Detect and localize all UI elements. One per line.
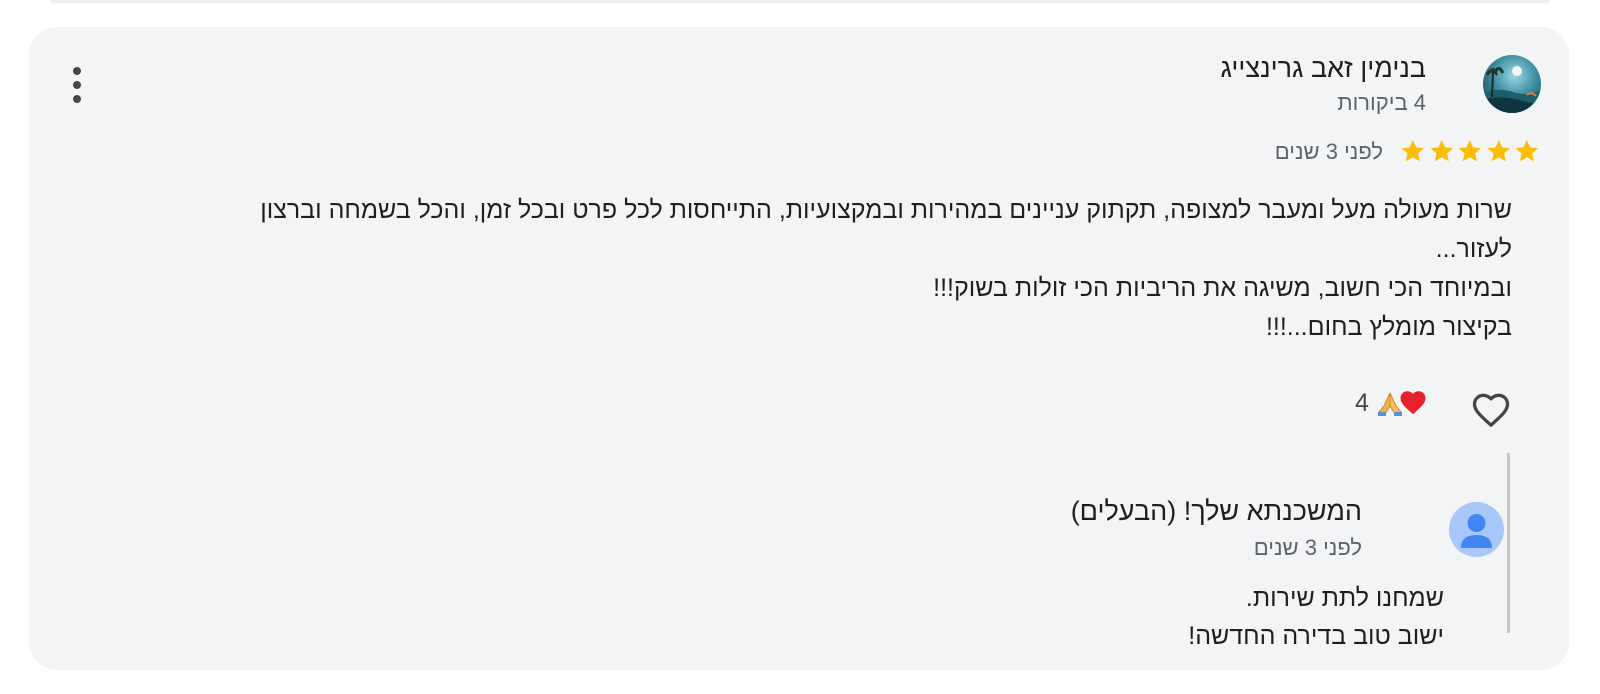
top-divider: [50, 0, 1550, 3]
review-text-line: ובמיוחד הכי חשוב, משיגה את הריביות הכי ז…: [933, 274, 1512, 302]
star-icon: [1515, 140, 1539, 162]
owner-avatar: [1449, 502, 1504, 557]
more-options-button[interactable]: [65, 65, 89, 105]
more-vert-dot: [73, 95, 81, 103]
review-card: בנימין זאב גרינצייג 4 ביקורות לפני 3 שני…: [29, 27, 1569, 670]
person-icon: [1461, 514, 1492, 548]
review-text-line: לעזור...: [1435, 235, 1512, 263]
star-icon: [1401, 140, 1425, 162]
reviewer-name[interactable]: בנימין זאב גרינצייג: [1220, 53, 1426, 84]
heart-outline-icon: [1472, 393, 1510, 427]
owner-response-date: לפני 3 שנים: [1253, 535, 1362, 560]
star-rating: [1399, 137, 1541, 165]
owner-response-divider: [1507, 453, 1510, 633]
reviewer-avatar[interactable]: [1483, 55, 1541, 113]
reviewer-review-count[interactable]: 4 ביקורות: [1337, 90, 1426, 116]
owner-response-text: שמחנו לתת שירות. ישוב טוב בדירה החדשה!: [1188, 579, 1444, 655]
review-date: לפני 3 שנים: [1274, 139, 1383, 164]
review-text-line: שרות מעולה מעל ומעבר למצופה, תקתוק עניינ…: [260, 196, 1512, 224]
star-icon: [1458, 140, 1482, 162]
owner-response-line: שמחנו לתת שירות.: [1245, 584, 1444, 612]
star-icon: [1430, 140, 1453, 162]
review-text: שרות מעולה מעל ומעבר למצופה, תקתוק עניינ…: [62, 191, 1512, 347]
like-button[interactable]: [1465, 384, 1517, 436]
more-vert-icon: [73, 67, 81, 75]
reaction-icons: [1375, 388, 1429, 418]
review-text-line: בקיצור מומלץ בחום...!!!: [1265, 313, 1512, 341]
reactions-summary[interactable]: 4: [1355, 385, 1429, 421]
star-icon: [1487, 140, 1510, 162]
reaction-count: 4: [1355, 388, 1369, 417]
more-vert-dot: [73, 81, 81, 89]
owner-response-name: המשכנתא שלך! (הבעלים): [1070, 496, 1362, 526]
heart-emoji-icon: [1400, 391, 1426, 415]
owner-response-line: ישוב טוב בדירה החדשה!: [1188, 622, 1444, 650]
